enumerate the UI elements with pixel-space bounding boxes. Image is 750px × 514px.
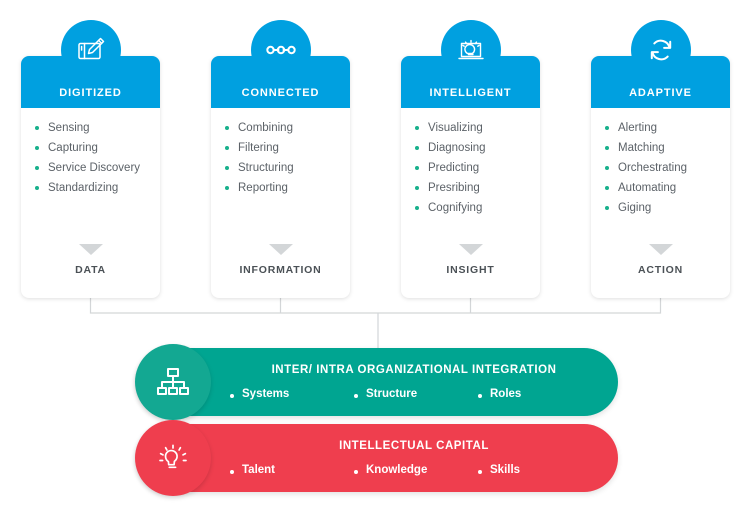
list-item: Combining bbox=[225, 118, 342, 138]
bar-item: Systems bbox=[228, 388, 352, 400]
list-item: Cognifying bbox=[415, 198, 532, 218]
pillar-outcome-digitized: DATA bbox=[21, 244, 160, 276]
bar-title: INTELLECTUAL CAPITAL bbox=[339, 440, 489, 452]
bar-item-list: Talent Knowledge Skills bbox=[228, 464, 600, 476]
pillar-capability-list: Sensing Capturing Service Discovery Stan… bbox=[35, 118, 152, 198]
list-item: Capturing bbox=[35, 138, 152, 158]
pillar-capability-list: Visualizing Diagnosing Predicting Presri… bbox=[415, 118, 532, 218]
pillar-card-digitized[interactable]: DIGITIZED Sensing Capturing Service Disc… bbox=[21, 20, 160, 298]
arrow-down-icon bbox=[78, 244, 103, 255]
pillar-capability-list: Combining Filtering Structuring Reportin… bbox=[225, 118, 342, 198]
list-item: Visualizing bbox=[415, 118, 532, 138]
pillar-card-connected[interactable]: CONNECTED Combining Filtering Structurin… bbox=[211, 20, 350, 298]
list-item: Predicting bbox=[415, 158, 532, 178]
integration-bar-content: INTER/ INTRA ORGANIZATIONAL INTEGRATION … bbox=[222, 348, 606, 416]
outcome-label: INSIGHT bbox=[446, 264, 495, 276]
pillar-outcome-connected: INFORMATION bbox=[211, 244, 350, 276]
pillar-card-intelligent[interactable]: INTELLIGENT Visualizing Diagnosing Predi… bbox=[401, 20, 540, 298]
pillar-capability-list: Alerting Matching Orchestrating Automati… bbox=[605, 118, 722, 218]
lightbulb-laptop-icon bbox=[440, 20, 501, 80]
pillar-outcome-adaptive: ACTION bbox=[591, 244, 730, 276]
bar-item: Structure bbox=[352, 388, 476, 400]
outcome-label: INFORMATION bbox=[239, 264, 322, 276]
outcome-label: DATA bbox=[75, 264, 106, 276]
bar-item: Knowledge bbox=[352, 464, 476, 476]
list-item: Presribing bbox=[415, 178, 532, 198]
list-item: Matching bbox=[605, 138, 722, 158]
list-item: Sensing bbox=[35, 118, 152, 138]
intellectual-capital-bar[interactable]: INTELLECTUAL CAPITAL Talent Knowledge Sk… bbox=[135, 420, 618, 496]
bar-item: Roles bbox=[476, 388, 600, 400]
nodes-link-icon bbox=[250, 20, 311, 80]
pillar-title: DIGITIZED bbox=[59, 87, 122, 99]
bar-item: Skills bbox=[476, 464, 600, 476]
arrow-down-icon bbox=[648, 244, 673, 255]
pillar-outcome-intelligent: INSIGHT bbox=[401, 244, 540, 276]
bar-item-list: Systems Structure Roles bbox=[228, 388, 600, 400]
pillar-title: CONNECTED bbox=[241, 87, 320, 99]
intellectual-capital-content: INTELLECTUAL CAPITAL Talent Knowledge Sk… bbox=[222, 424, 606, 492]
list-item: Giging bbox=[605, 198, 722, 218]
bar-title: INTER/ INTRA ORGANIZATIONAL INTEGRATION bbox=[271, 364, 557, 376]
list-item: Structuring bbox=[225, 158, 342, 178]
arrow-down-icon bbox=[268, 244, 293, 255]
bar-item: Talent bbox=[228, 464, 352, 476]
lightbulb-rays-icon bbox=[135, 420, 211, 496]
list-item: Service Discovery bbox=[35, 158, 152, 178]
sync-refresh-icon bbox=[630, 20, 691, 80]
arrow-down-icon bbox=[458, 244, 483, 255]
pillar-title: ADAPTIVE bbox=[629, 87, 692, 99]
list-item: Automating bbox=[605, 178, 722, 198]
tablet-stylus-icon bbox=[60, 20, 121, 80]
pillar-card-adaptive[interactable]: ADAPTIVE Alerting Matching Orchestrating… bbox=[591, 20, 730, 298]
list-item: Standardizing bbox=[35, 178, 152, 198]
list-item: Reporting bbox=[225, 178, 342, 198]
list-item: Diagnosing bbox=[415, 138, 532, 158]
diagram-canvas: DIGITIZED Sensing Capturing Service Disc… bbox=[0, 0, 750, 514]
integration-bar[interactable]: INTER/ INTRA ORGANIZATIONAL INTEGRATION … bbox=[135, 344, 618, 420]
list-item: Orchestrating bbox=[605, 158, 722, 178]
org-chart-icon bbox=[135, 344, 211, 420]
outcome-label: ACTION bbox=[637, 264, 684, 276]
list-item: Alerting bbox=[605, 118, 722, 138]
list-item: Filtering bbox=[225, 138, 342, 158]
pillar-title: INTELLIGENT bbox=[429, 87, 512, 99]
